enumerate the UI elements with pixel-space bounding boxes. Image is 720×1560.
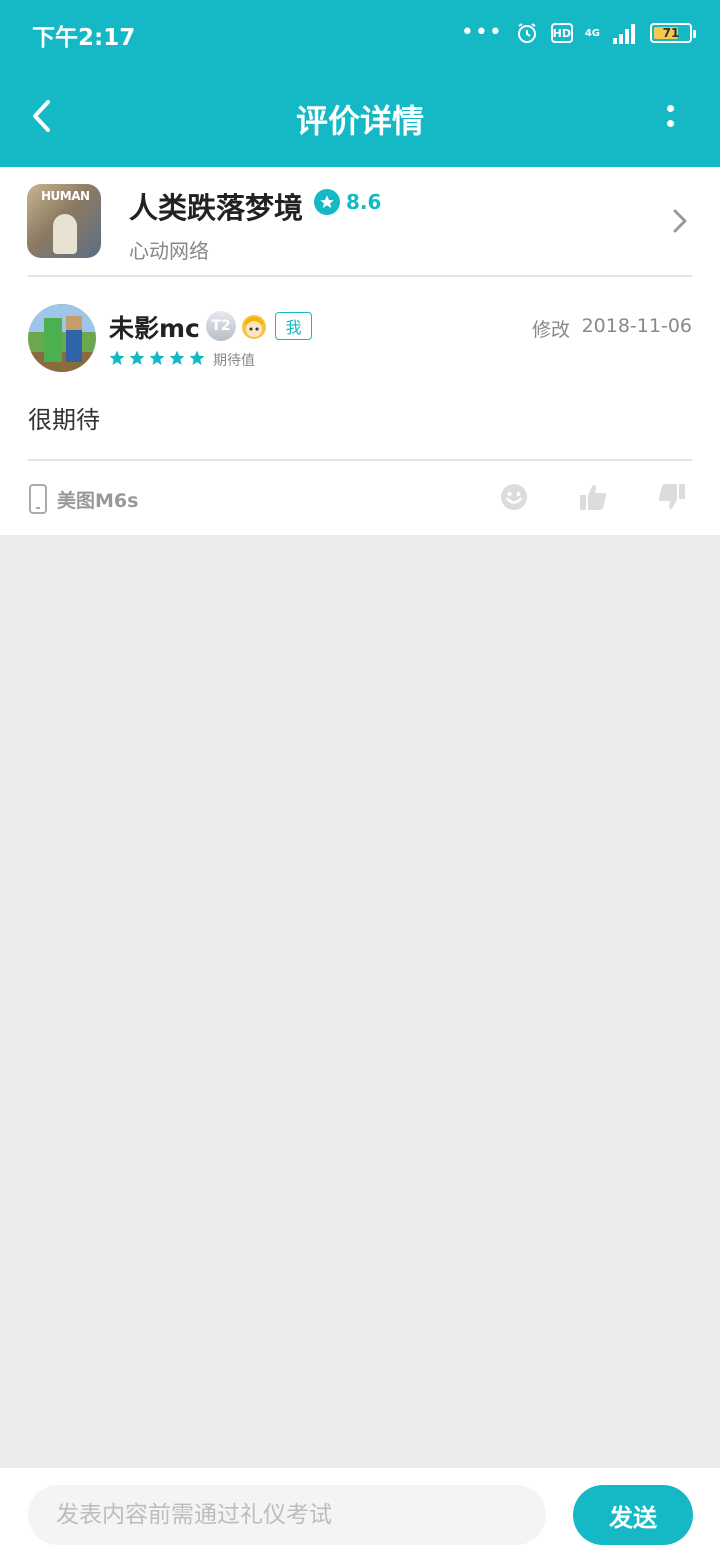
star-icon (109, 350, 125, 365)
username[interactable]: 未影mc (109, 309, 200, 345)
emoji-icon[interactable] (499, 482, 529, 512)
star-icon (189, 350, 205, 365)
top-bar: 下午2:17 ••• HD 4G 71 评价详情 (0, 0, 720, 167)
avatar-ground (28, 352, 96, 372)
chevron-right-icon[interactable] (668, 207, 692, 235)
nav-bar: 评价详情 (0, 66, 720, 166)
send-button[interactable]: 发送 (573, 1485, 693, 1545)
alarm-icon (517, 23, 536, 43)
more-icon-dot (666, 120, 674, 127)
edit-button[interactable]: 修改 (532, 315, 570, 342)
avatar-creeper (44, 318, 62, 362)
game-name: 人类跌落梦境 (129, 191, 304, 225)
hd-icon: HD (550, 23, 573, 43)
review-text: 很期待 (28, 406, 100, 434)
character-badge-icon (242, 315, 266, 339)
rating-label: 期待值 (213, 353, 255, 369)
more-button[interactable] (646, 92, 694, 140)
review-date: 2018-11-06 (581, 315, 692, 337)
avatar-sky (28, 304, 96, 332)
game-rating: 8.6 (314, 189, 381, 215)
star-icon (314, 189, 340, 215)
avatar-steve-head (66, 316, 82, 330)
star-icon (129, 350, 145, 365)
more-icon (666, 105, 674, 112)
star-icon (169, 350, 185, 365)
game-icon-figure (53, 214, 77, 254)
game-developer: 心动网络 (129, 239, 209, 263)
status-icons: ••• HD 4G 71 (460, 18, 696, 48)
device-name: 美图M6s (57, 490, 139, 512)
me-tag: 我 (275, 312, 312, 340)
comment-input[interactable] (28, 1485, 546, 1545)
signal-icon (613, 24, 635, 44)
network-type: 4G (584, 27, 600, 39)
rating-value: 8.6 (346, 190, 382, 214)
dislike-icon[interactable] (657, 482, 687, 512)
game-card[interactable]: HUMAN 人类跌落梦境 8.6 心动网络 (0, 167, 720, 275)
level-badge: T2 (206, 311, 236, 341)
notification-dots-icon: ••• (460, 20, 503, 45)
battery-cap (693, 30, 696, 38)
star-icon (149, 350, 165, 365)
review-item: 未影mc T2 我 修改 2018-11-06 期待值 很期待 (0, 277, 720, 457)
battery-level: 71 (662, 26, 680, 40)
game-icon-logo: HUMAN (41, 189, 90, 203)
rating-stars (109, 350, 205, 366)
game-icon[interactable]: HUMAN (27, 184, 101, 258)
page-title: 评价详情 (295, 102, 424, 140)
avatar[interactable] (28, 304, 96, 372)
status-time: 下午2:17 (32, 25, 136, 51)
phone-icon (29, 484, 47, 514)
comment-bar: 发送 (0, 1468, 720, 1560)
divider (28, 459, 692, 461)
review-footer: 美图M6s (0, 463, 720, 535)
status-bar: 下午2:17 ••• HD 4G 71 (0, 0, 720, 66)
like-icon[interactable] (578, 482, 608, 512)
review-content: HUMAN 人类跌落梦境 8.6 心动网络 未影mc T2 我 修改 2018-… (0, 167, 720, 535)
battery-icon: 71 (650, 23, 696, 43)
